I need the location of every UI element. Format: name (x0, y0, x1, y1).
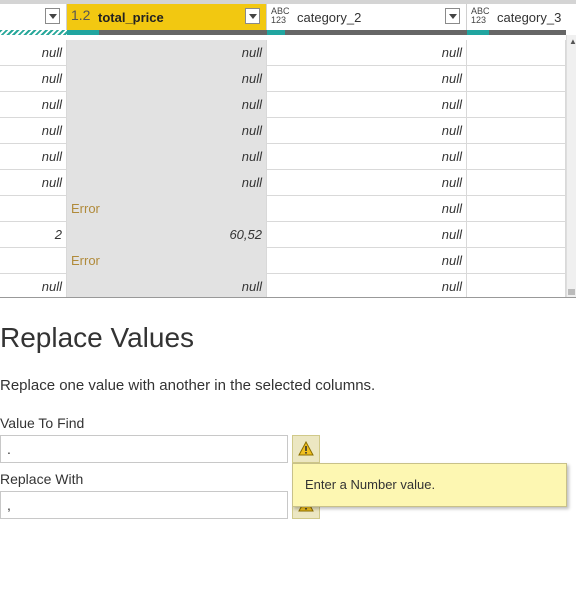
error-cell[interactable]: Error (67, 196, 267, 222)
table-cell[interactable] (467, 144, 566, 170)
data-grid: 1.2 total_price ABC 123 category_2 ABC 1… (0, 0, 576, 298)
column-quality-bar-total-price-empty (99, 30, 267, 35)
dialog-title: Replace Values (0, 322, 195, 353)
table-cell[interactable]: null (0, 118, 67, 144)
table-cell[interactable]: null (267, 118, 467, 144)
table-cell[interactable]: null (0, 92, 67, 118)
table-row: null null null (0, 170, 566, 196)
chevron-down-icon (249, 14, 257, 19)
value-to-find-label: Value To Find (0, 415, 85, 431)
table-cell[interactable]: null (267, 66, 467, 92)
column-name-category-2: category_2 (297, 10, 362, 25)
table-cell[interactable]: null (267, 92, 467, 118)
table-cell[interactable]: null (0, 40, 67, 66)
table-cell[interactable]: null (67, 66, 267, 92)
column-header-total-price[interactable]: 1.2 total_price (67, 4, 267, 30)
any-type-icon[interactable]: ABC 123 (271, 7, 290, 25)
table-cell[interactable] (467, 222, 566, 248)
table-cell[interactable] (0, 196, 67, 222)
table-cell[interactable]: null (67, 144, 267, 170)
column-quality-bar-total-price-valid (67, 30, 99, 35)
chevron-down-icon (49, 14, 57, 19)
value-to-find-input[interactable] (0, 435, 288, 463)
table-cell[interactable]: null (267, 144, 467, 170)
column-1-filter-dropdown[interactable] (45, 8, 60, 24)
dialog-description: Replace one value with another in the se… (0, 377, 376, 394)
chevron-down-icon (449, 14, 457, 19)
column-name-category-3: category_3 (497, 10, 562, 25)
table-row: null null null (0, 40, 566, 66)
table-cell[interactable]: null (267, 196, 467, 222)
column-header-category-3[interactable]: ABC 123 category_3 (467, 4, 576, 30)
table-row: Error null (0, 196, 566, 222)
table-cell[interactable]: null (67, 170, 267, 196)
any-type-icon[interactable]: ABC 123 (471, 7, 490, 25)
category-2-filter-dropdown[interactable] (445, 8, 460, 24)
validation-tooltip: Enter a Number value. (292, 463, 567, 507)
table-cell[interactable]: 60,52 (67, 222, 267, 248)
column-quality-bar-category-3-empty (489, 30, 566, 35)
table-row: null null null (0, 66, 566, 92)
table-row: 2 60,52 null (0, 222, 566, 248)
column-quality-bar-category-3-valid (467, 30, 489, 35)
table-cell[interactable] (467, 92, 566, 118)
scrollbar-thumb[interactable] (568, 289, 575, 295)
error-cell[interactable]: Error (67, 248, 267, 274)
column-quality-bar-1 (0, 30, 67, 35)
scroll-up-arrow-icon[interactable]: ▲ (569, 37, 576, 46)
decimal-type-icon[interactable]: 1.2 (71, 7, 90, 23)
table-cell[interactable] (467, 170, 566, 196)
table-cell[interactable] (467, 248, 566, 274)
table-cell[interactable]: null (267, 222, 467, 248)
table-cell[interactable]: null (67, 118, 267, 144)
table-row: null null null (0, 118, 566, 144)
column-header-1[interactable] (0, 4, 67, 30)
table-cell[interactable]: null (0, 274, 67, 298)
table-cell[interactable] (467, 40, 566, 66)
table-cell[interactable]: null (67, 92, 267, 118)
table-cell[interactable] (0, 248, 67, 274)
table-cell[interactable]: null (0, 144, 67, 170)
value-to-find-warning-button[interactable] (292, 435, 320, 463)
table-cell[interactable]: null (267, 248, 467, 274)
type-label-bottom: 123 (471, 15, 487, 25)
table-cell[interactable] (467, 118, 566, 144)
table-cell[interactable]: null (267, 40, 467, 66)
vertical-scrollbar[interactable]: ▲ (566, 35, 576, 298)
warning-icon (298, 441, 314, 456)
replace-with-label: Replace With (0, 471, 84, 487)
table-cell[interactable]: null (267, 170, 467, 196)
table-cell[interactable]: null (0, 66, 67, 92)
table-cell[interactable]: null (267, 274, 467, 298)
column-name-total-price: total_price (98, 10, 164, 25)
replace-with-input[interactable] (0, 491, 288, 519)
table-row: null null null (0, 92, 566, 118)
total-price-filter-dropdown[interactable] (245, 8, 260, 24)
column-quality-bar-category-2-empty (285, 30, 467, 35)
column-header-category-2[interactable]: ABC 123 category_2 (267, 4, 467, 30)
table-cell[interactable]: null (67, 40, 267, 66)
table-row: null null null (0, 144, 566, 170)
table-cell[interactable] (467, 66, 566, 92)
type-label-bottom: 123 (271, 15, 287, 25)
table-cell[interactable] (467, 196, 566, 222)
table-row: null null null (0, 274, 566, 298)
table-cell[interactable]: null (67, 274, 267, 298)
column-quality-bar-category-2-valid (267, 30, 285, 35)
table-cell[interactable] (467, 274, 566, 298)
table-cell[interactable]: 2 (0, 222, 67, 248)
table-row: Error null (0, 248, 566, 274)
grid-bottom-border (0, 297, 576, 298)
table-cell[interactable]: null (0, 170, 67, 196)
